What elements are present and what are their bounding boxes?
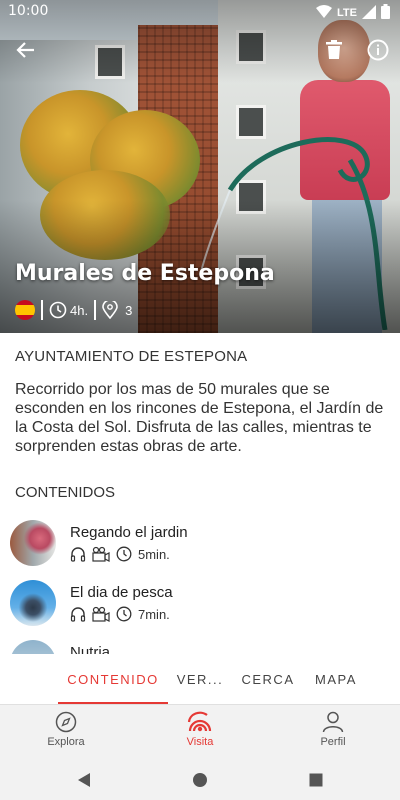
tab-ver[interactable]: VER...	[168, 654, 232, 704]
video-camera-icon	[92, 606, 110, 622]
clock-icon	[116, 546, 132, 562]
tab-label: CONTENIDO	[67, 671, 159, 687]
delete-button[interactable]	[320, 36, 348, 64]
nav-visita[interactable]: Visita	[160, 711, 240, 759]
content-thumbnail	[10, 580, 56, 626]
status-bar: 10:00 LTE	[0, 0, 400, 24]
divider	[41, 300, 43, 320]
route-places: 3	[102, 301, 132, 319]
triangle-back-icon	[78, 773, 90, 787]
info-icon	[367, 39, 389, 61]
tab-label: MAPA	[315, 671, 357, 687]
square-recents-icon	[309, 773, 323, 787]
battery-icon	[381, 4, 390, 22]
tab-cerca[interactable]: CERCA	[232, 654, 304, 704]
system-home-button[interactable]	[188, 768, 212, 792]
duration-label: 4h.	[70, 302, 89, 318]
route-title: Murales de Estepona	[15, 261, 275, 286]
signal-icon	[362, 4, 376, 22]
compass-icon	[55, 711, 77, 733]
network-label: LTE	[337, 7, 357, 19]
nav-explora[interactable]: Explora	[26, 711, 106, 759]
content-thumbnail	[10, 520, 56, 566]
person-icon	[322, 711, 344, 733]
content-item-duration: 7min.	[138, 606, 170, 622]
route-description: Recorrido por los mas de 50 murales que …	[15, 381, 384, 455]
trash-icon	[326, 40, 342, 59]
headphones-icon	[70, 607, 86, 622]
system-navigation	[0, 760, 400, 800]
visit-icon	[187, 711, 212, 732]
nav-label: Perfil	[320, 736, 346, 748]
content-item[interactable]: El dia de pesca 7min.	[10, 580, 390, 628]
content-item-title: El dia de pesca	[70, 584, 173, 601]
back-button[interactable]	[12, 36, 40, 64]
nav-perfil[interactable]: Perfil	[293, 711, 373, 759]
nav-label: Visita	[186, 736, 214, 748]
system-back-button[interactable]	[72, 768, 96, 792]
video-camera-icon	[92, 546, 110, 562]
status-time: 10:00	[8, 3, 49, 19]
arrow-back-icon	[16, 42, 34, 58]
places-count: 3	[125, 302, 133, 318]
system-recents-button[interactable]	[304, 768, 328, 792]
route-meta: 4h. 3	[15, 298, 132, 322]
info-button[interactable]	[364, 36, 392, 64]
bottom-navigation: Explora Visita Perfil	[0, 704, 400, 760]
tab-label: VER...	[176, 671, 224, 687]
nav-label: Explora	[47, 736, 85, 748]
location-pin-icon	[102, 301, 118, 319]
divider	[94, 300, 97, 320]
clock-icon	[49, 301, 67, 319]
content-item-title: Regando el jardin	[70, 524, 188, 541]
organization-name: AYUNTAMIENTO DE ESTEPONA	[15, 348, 248, 365]
spain-flag-icon	[15, 300, 35, 320]
tab-contenido[interactable]: CONTENIDO	[58, 654, 168, 704]
tab-label: CERCA	[241, 671, 295, 687]
contents-title: CONTENIDOS	[15, 484, 116, 501]
content-item-duration: 5min.	[138, 546, 170, 562]
content-item[interactable]: Regando el jardin 5min.	[10, 520, 390, 568]
route-duration: 4h.	[49, 301, 88, 319]
headphones-icon	[70, 547, 86, 562]
content-tabs: CONTENIDO VER... CERCA MAPA	[0, 654, 400, 704]
clock-icon	[116, 606, 132, 622]
circle-home-icon	[193, 773, 207, 787]
wifi-icon	[316, 4, 333, 22]
tab-mapa[interactable]: MAPA	[304, 654, 368, 704]
